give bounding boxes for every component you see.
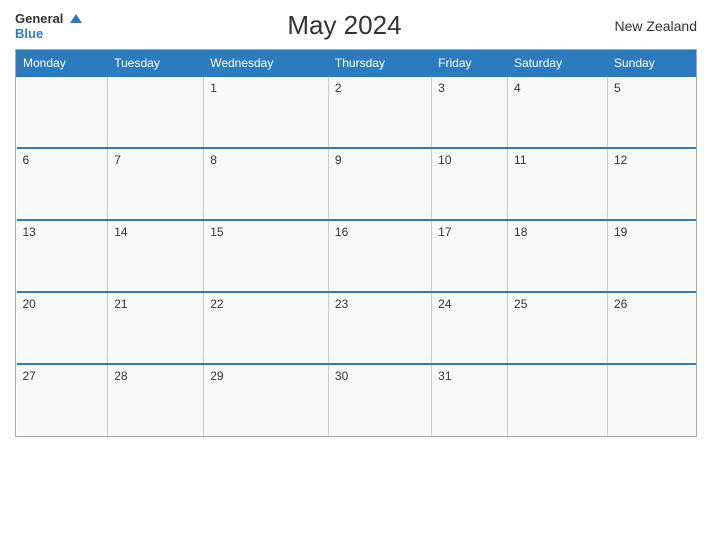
day-number: 17 [438, 225, 451, 239]
calendar-header-row: Monday Tuesday Wednesday Thursday Friday… [17, 51, 696, 77]
day-number: 3 [438, 81, 445, 95]
calendar-table: Monday Tuesday Wednesday Thursday Friday… [16, 50, 696, 436]
calendar-cell: 11 [508, 148, 608, 220]
col-monday: Monday [17, 51, 108, 77]
calendar-cell: 3 [432, 76, 508, 148]
calendar-cell: 8 [204, 148, 329, 220]
calendar-cell: 17 [432, 220, 508, 292]
calendar-week-row: 20 21 22 23 24 25 26 [17, 292, 696, 364]
calendar-cell: 6 [17, 148, 108, 220]
day-number: 18 [514, 225, 527, 239]
calendar-cell: 5 [608, 76, 696, 148]
col-wednesday: Wednesday [204, 51, 329, 77]
calendar-cell: 30 [328, 364, 431, 436]
calendar-cell: 10 [432, 148, 508, 220]
header: General Blue May 2024 New Zealand [15, 10, 697, 41]
day-number: 15 [210, 225, 223, 239]
day-number: 26 [614, 297, 627, 311]
day-number: 8 [210, 153, 217, 167]
day-number: 24 [438, 297, 451, 311]
day-number: 22 [210, 297, 223, 311]
calendar-cell: 12 [608, 148, 696, 220]
col-thursday: Thursday [328, 51, 431, 77]
calendar-week-row: 1 2 3 4 5 [17, 76, 696, 148]
calendar-cell: 18 [508, 220, 608, 292]
calendar-cell: 2 [328, 76, 431, 148]
calendar-cell: 27 [17, 364, 108, 436]
day-number: 31 [438, 369, 451, 383]
calendar-cell: 7 [108, 148, 204, 220]
day-number: 2 [335, 81, 342, 95]
day-number: 14 [114, 225, 127, 239]
logo-triangle-icon [70, 14, 82, 23]
day-number: 23 [335, 297, 348, 311]
calendar-cell [108, 76, 204, 148]
calendar-cell: 23 [328, 292, 431, 364]
calendar-title: May 2024 [82, 10, 607, 41]
col-saturday: Saturday [508, 51, 608, 77]
col-tuesday: Tuesday [108, 51, 204, 77]
day-number: 20 [23, 297, 36, 311]
calendar-week-row: 27 28 29 30 31 [17, 364, 696, 436]
calendar-page: General Blue May 2024 New Zealand Monday… [0, 0, 712, 550]
day-number: 19 [614, 225, 627, 239]
calendar-cell: 19 [608, 220, 696, 292]
country-label: New Zealand [607, 18, 697, 34]
col-sunday: Sunday [608, 51, 696, 77]
day-number: 11 [514, 153, 526, 167]
day-number: 9 [335, 153, 342, 167]
calendar-cell: 1 [204, 76, 329, 148]
logo: General Blue [15, 11, 82, 40]
day-number: 30 [335, 369, 348, 383]
calendar-cell: 22 [204, 292, 329, 364]
logo-general: General [15, 11, 82, 27]
day-number: 13 [23, 225, 36, 239]
day-number: 16 [335, 225, 348, 239]
day-number: 29 [210, 369, 223, 383]
calendar-cell: 28 [108, 364, 204, 436]
calendar-cell: 20 [17, 292, 108, 364]
calendar-cell: 29 [204, 364, 329, 436]
calendar-cell: 16 [328, 220, 431, 292]
calendar-cell: 21 [108, 292, 204, 364]
day-number: 27 [23, 369, 36, 383]
calendar-cell [17, 76, 108, 148]
calendar-container: Monday Tuesday Wednesday Thursday Friday… [15, 49, 697, 437]
day-number: 4 [514, 81, 521, 95]
calendar-cell: 24 [432, 292, 508, 364]
calendar-cell [608, 364, 696, 436]
day-number: 21 [114, 297, 127, 311]
calendar-cell: 15 [204, 220, 329, 292]
day-number: 12 [614, 153, 627, 167]
calendar-cell: 26 [608, 292, 696, 364]
day-number: 25 [514, 297, 527, 311]
day-number: 1 [210, 81, 217, 95]
logo-blue: Blue [15, 27, 82, 40]
calendar-cell: 9 [328, 148, 431, 220]
day-number: 5 [614, 81, 621, 95]
day-number: 10 [438, 153, 451, 167]
calendar-cell [508, 364, 608, 436]
day-number: 6 [23, 153, 30, 167]
calendar-week-row: 6 7 8 9 10 11 12 [17, 148, 696, 220]
col-friday: Friday [432, 51, 508, 77]
calendar-cell: 4 [508, 76, 608, 148]
day-number: 7 [114, 153, 121, 167]
calendar-cell: 13 [17, 220, 108, 292]
calendar-cell: 25 [508, 292, 608, 364]
day-number: 28 [114, 369, 127, 383]
calendar-week-row: 13 14 15 16 17 18 19 [17, 220, 696, 292]
calendar-cell: 31 [432, 364, 508, 436]
calendar-cell: 14 [108, 220, 204, 292]
